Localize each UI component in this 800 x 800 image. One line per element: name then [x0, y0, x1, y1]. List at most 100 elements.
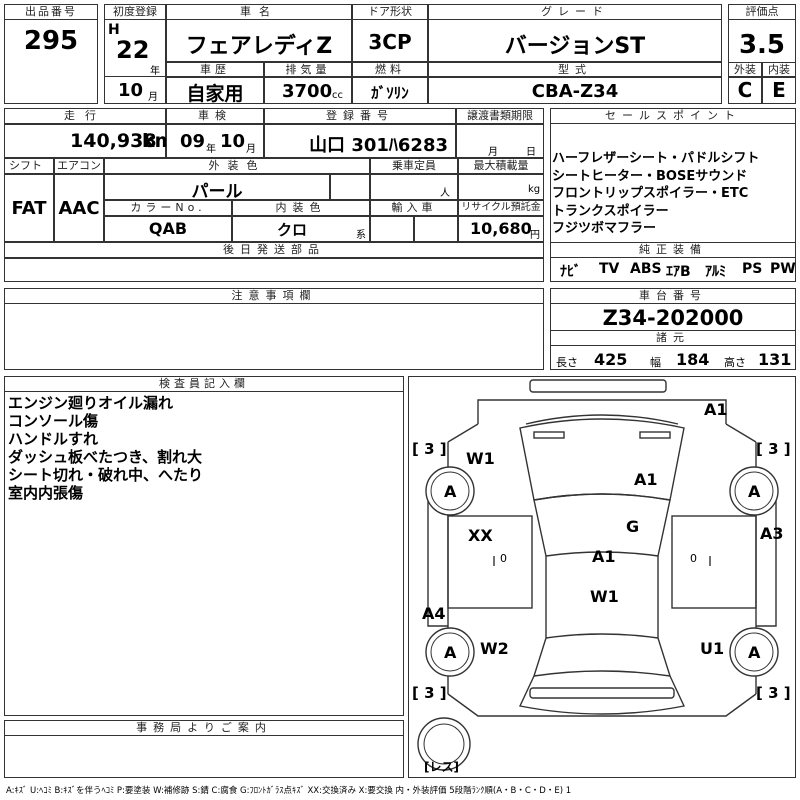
inspection-label: 車検	[166, 108, 264, 124]
width-label: 幅	[650, 356, 661, 369]
shift-label: シフト	[4, 158, 54, 174]
tire-bracket-fr: [ 3 ]	[756, 440, 791, 458]
inspector-line: シート切れ・破れ中、へたり	[8, 466, 204, 484]
sales-line: シートヒーター・BOSEサウンド	[552, 168, 748, 184]
color-no: QAB	[148, 219, 188, 238]
maxload-unit: kg	[528, 184, 541, 195]
import-cell-right	[414, 216, 458, 242]
inspection-month: 10	[220, 131, 246, 152]
history-label: 車歴	[166, 62, 264, 77]
height-label: 高さ	[724, 356, 746, 369]
exterior-label: 外装	[728, 62, 762, 77]
equip-pw: PW	[770, 261, 796, 277]
interior-grade: E	[772, 78, 786, 102]
color-cell-right	[330, 174, 370, 200]
tire-mark-fl: A	[444, 482, 457, 501]
tire-bracket-fl: [ 3 ]	[412, 440, 447, 458]
fuel-label: 燃料	[352, 62, 428, 77]
int-color-unit: 系	[356, 230, 366, 241]
first-reg-label: 初度登録	[104, 4, 166, 20]
length-label: 長さ	[556, 356, 578, 369]
recycle-unit: 円	[530, 230, 540, 241]
transfer-day-unit: 日	[526, 147, 536, 158]
first-reg-month-unit: 月	[148, 92, 158, 103]
import-cell	[370, 216, 414, 242]
legend: A:ｷｽﾞ U:ﾍｺﾐ B:ｷｽﾞを伴うﾍｺﾐ P:要塗装 W:補修跡 S:錆 …	[6, 786, 572, 796]
inspector-line: コンソール傷	[8, 412, 99, 430]
height: 131	[758, 350, 792, 369]
shift: FAT	[11, 198, 47, 219]
reg-no-label: 登録番号	[264, 108, 456, 124]
sales-line: トランクスポイラー	[552, 203, 669, 219]
dims-label: 諸元	[550, 330, 796, 346]
inspector-line: ダッシュ板べたつき、割れ大	[8, 448, 202, 466]
first-reg-divider	[104, 76, 166, 77]
fuel: ｶﾞｿﾘﾝ	[371, 84, 409, 102]
ac-label: エアコン	[54, 158, 104, 174]
chassis-label: 車台番号	[550, 288, 796, 304]
displacement-unit: cc	[332, 90, 343, 101]
lot-no: 295	[23, 26, 79, 56]
tire-bracket-rr: [ 3 ]	[756, 684, 791, 702]
equip-navi: ﾅﾋﾞ	[560, 264, 581, 280]
sales-line: ハーフレザーシート・パドルシフト	[552, 151, 760, 166]
grade: バージョンST	[504, 34, 646, 59]
mark-left-rear-door: A4	[422, 604, 446, 623]
first-reg-month: 10	[118, 80, 144, 101]
later-parts-cell	[4, 258, 544, 282]
inspector-line: 室内内張傷	[8, 484, 84, 502]
score: 3.5	[738, 30, 786, 60]
mark-trunk: W1	[590, 587, 619, 606]
mileage-label: 走行	[4, 108, 166, 124]
transfer-label: 譲渡書類期限	[456, 108, 544, 124]
transfer-month-unit: 月	[488, 147, 498, 158]
length: 425	[594, 350, 628, 369]
door: 3CP	[368, 30, 412, 54]
first-reg-year: 22	[116, 36, 150, 64]
inspector-line: ハンドルすれ	[8, 430, 99, 448]
mark-right-front-door: G	[626, 517, 640, 536]
tire-mark-fr: A	[748, 482, 761, 501]
color: パール	[191, 182, 243, 202]
inspector-label: 検査員記入欄	[4, 376, 404, 392]
door-zero-left: 0	[500, 552, 507, 565]
equip-label: 純正装備	[550, 242, 796, 258]
mark-right-rear-fender: U1	[700, 639, 725, 658]
color-no-label: カラーNo.	[104, 200, 232, 216]
model-label: 型式	[428, 62, 722, 77]
spare-label: [レス]	[424, 760, 459, 774]
capacity-label: 乗車定員	[370, 158, 458, 174]
tire-mark-rl: A	[444, 643, 457, 662]
door-zero-right: 0	[690, 552, 697, 565]
office-label: 事務局よりご案内	[4, 720, 404, 736]
mark-front-bumper: A1	[704, 400, 728, 419]
capacity-unit: 人	[440, 188, 450, 199]
model: CBA-Z34	[531, 81, 619, 102]
sales-label: セールスポイント	[550, 108, 796, 124]
history: 自家用	[186, 83, 244, 105]
inspection-year-unit: 年	[206, 144, 216, 155]
equip-airbag: ｴｱB	[666, 264, 691, 280]
tire-mark-rr: A	[748, 643, 761, 662]
lot-no-label: 出品番号	[4, 4, 98, 20]
inspection-year: 09	[180, 131, 206, 152]
displacement-label: 排気量	[264, 62, 352, 77]
inspector-notes: エンジン廻りオイル漏れ コンソール傷 ハンドルすれ ダッシュ板べたつき、割れ大 …	[8, 394, 203, 502]
import-label: 輸入車	[370, 200, 458, 216]
color-label: 外装色	[104, 158, 370, 174]
mark-left-front-fender: W1	[466, 449, 495, 468]
sales-line: フロントリップスポイラー・ETC	[552, 186, 749, 201]
mark-left-front-door: XX	[468, 526, 493, 545]
exterior-grade: C	[737, 78, 753, 102]
later-parts-label: 後日発送部品	[4, 242, 544, 258]
equip-ps: PS	[742, 261, 763, 277]
recycle: 10,680	[470, 219, 532, 238]
mark-right-rear-door: A3	[760, 524, 784, 543]
car-diagram	[417, 379, 779, 771]
maxload-label: 最大積載量	[458, 158, 544, 174]
int-color: クロ	[276, 221, 307, 239]
equip-alloy: ｱﾙﾐ	[705, 264, 726, 280]
first-reg-year-unit: 年	[150, 66, 160, 77]
car-name: フェアレディZ	[185, 34, 333, 59]
notes-label: 注意事項欄	[4, 288, 544, 304]
